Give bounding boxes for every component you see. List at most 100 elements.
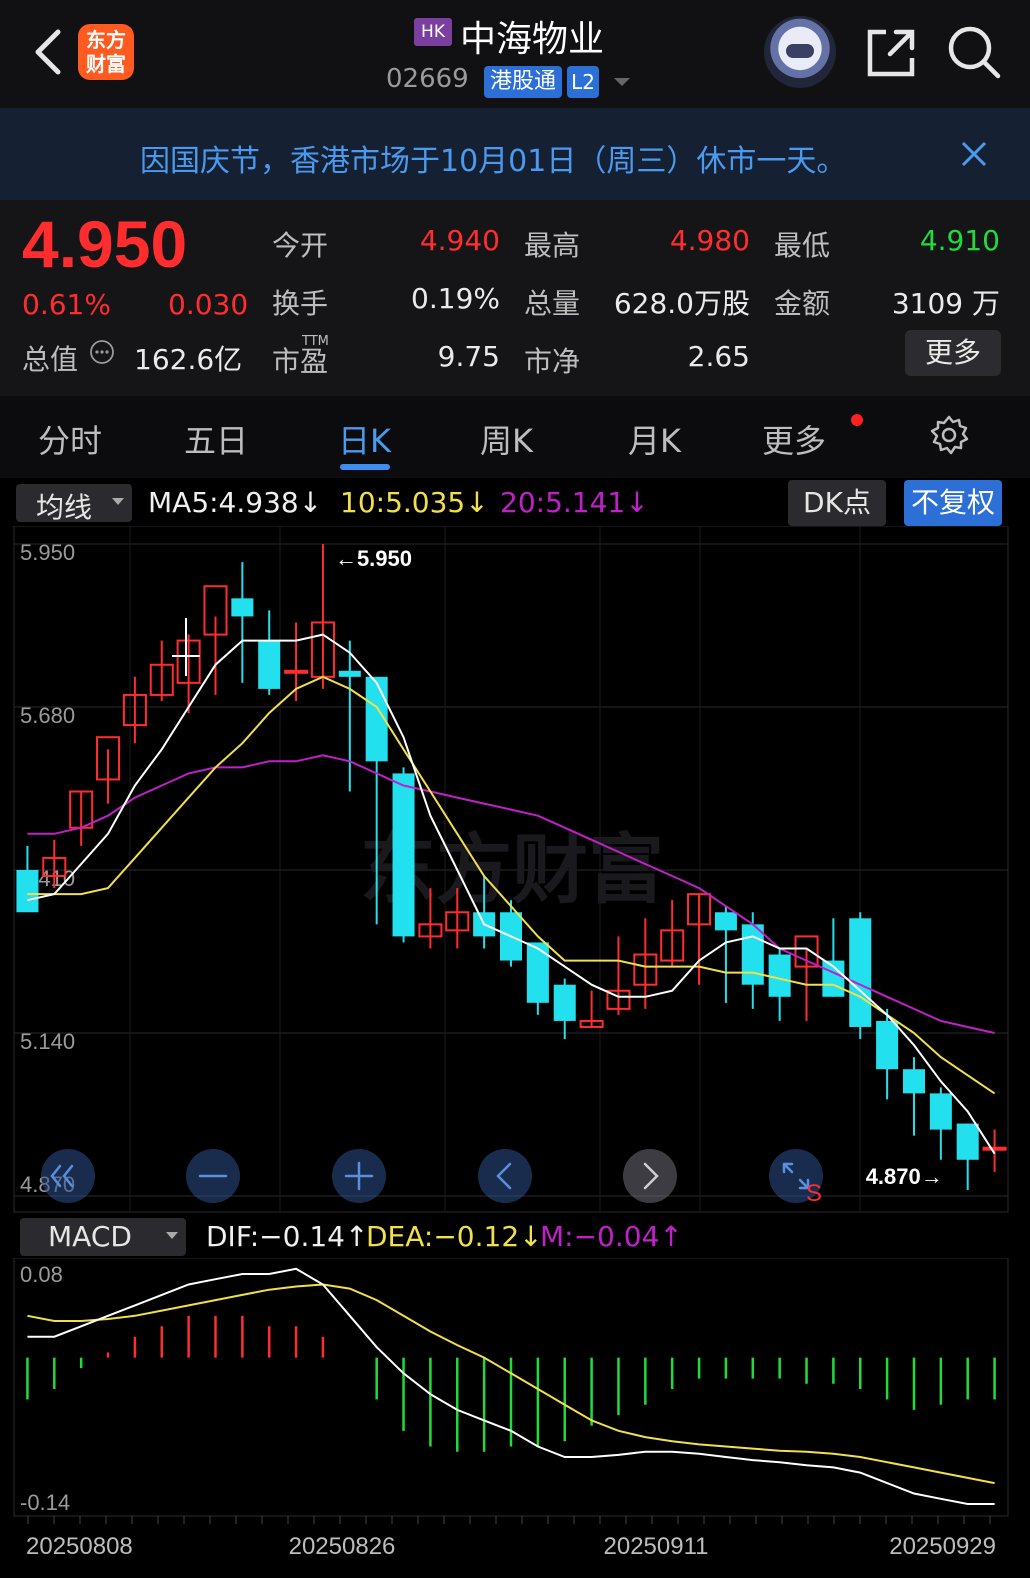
holiday-notice-banner: 因国庆节，香港市场于10月01日（周三）休市一天。 [0,108,1030,200]
market-cap-value: 162.6亿 [134,343,243,376]
tab-more[interactable]: 更多 [762,416,826,462]
close-icon[interactable] [960,140,988,168]
max-price-marker: ←5.950 [335,546,412,571]
pe-ttm-sup: TTM [302,334,329,349]
tab-weekly-k[interactable]: 周K [480,416,533,462]
candle-body [876,1020,899,1070]
ma10-label: 10:5.035↓ [340,486,489,519]
notification-dot [851,414,863,426]
quote-field-value: 4.910 [919,224,1000,257]
nav-button-circle [41,1149,95,1203]
candle-body [741,924,764,985]
tab-five-day[interactable]: 五日 [184,416,248,462]
quote-panel: 4.950 0.61% 0.030 总值 162.6亿 今开 4.940 最高 4.9… [0,200,1030,396]
candle-body [982,1146,1007,1151]
y-tick-label: -0.14 [20,1490,70,1515]
crosshair-cursor [172,618,200,676]
candle-body [956,1123,979,1160]
x-tick-label: 20250826 [289,1533,396,1560]
quote-field-value: 2.65 [687,340,750,373]
adjust-mode-button[interactable]: 不复权 [904,480,1002,526]
indicator-selector[interactable]: 均线 [16,484,132,524]
candle-body [16,870,39,913]
min-price-marker: 4.870→ [866,1164,943,1189]
quote-field-label: 金额 [774,287,831,320]
zoom-out-button[interactable] [186,1149,240,1203]
chevron-down-icon [112,498,124,505]
x-tick-label: 20250911 [604,1533,709,1560]
scroll-left-button[interactable] [478,1149,532,1203]
change-amount: 0.030 [168,288,249,321]
change-percent: 0.61% [22,288,111,321]
candle-body [258,640,281,689]
sell-signal-marker: S [806,1180,822,1207]
candle-body [338,670,361,677]
app-logo: 东方 财富 [78,24,134,80]
market-cap-label: 总值 [22,343,79,376]
search-icon[interactable] [946,24,1002,80]
quote-field-value: 628.0万股 [613,287,750,320]
market-badge: HK [414,18,452,46]
quote-field-label: 最低 [774,229,831,262]
more-button[interactable]: 更多 [905,330,1001,376]
x-tick-label: 20250929 [889,1533,996,1560]
candle-body [902,1069,925,1094]
candle-body [284,669,309,674]
ma20-label: 20:5.141↓ [500,486,649,519]
candle-body [392,773,415,937]
kline-chart[interactable]: 5.9505.6805.4105.1404.870东方财富←5.9504.870… [0,526,1030,1214]
dea-label: DEA:−0.12↓ [366,1220,543,1253]
level2-tag: L2 [567,66,599,98]
period-tabs: 分时 五日 日K 周K 月K 更多 [0,396,1030,478]
assistant-robot-icon[interactable] [764,16,836,88]
ma5-label: MA5:4.938↓ [148,486,323,519]
nav-button-circle [478,1149,532,1203]
dropdown-caret-icon[interactable] [614,78,630,86]
zoom-in-button[interactable] [332,1149,386,1203]
candle-body [526,942,549,1003]
candle-body [231,598,254,617]
quote-field-value: 4.940 [419,224,500,257]
y-tick-label: 5.950 [20,540,75,565]
quote-field-value: 3109 万 [891,287,1000,320]
m-label: M:−0.04↑ [540,1220,683,1253]
candle-body [849,918,872,1027]
settings-gear-icon[interactable] [928,414,970,456]
macd-chart[interactable]: 0.08 -0.14 20250808 20250826 20250911 2025092… [0,1258,1030,1578]
share-icon[interactable] [864,26,918,80]
y-tick-label: 5.680 [20,703,75,728]
macd-selector[interactable]: MACD [20,1218,186,1256]
quote-field-value: 4.980 [669,224,750,257]
back-arrow-icon[interactable] [30,26,70,78]
quote-field-label: 今开 [272,229,329,262]
quote-field-label: 总量 [524,287,581,320]
y-tick-label: 0.08 [20,1262,63,1287]
x-tick-label: 20250808 [26,1533,133,1560]
tab-intraday[interactable]: 分时 [38,416,102,462]
scroll-to-start-button[interactable] [41,1149,95,1203]
tab-monthly-k[interactable]: 月K [628,416,681,462]
scroll-right-button[interactable] [623,1149,677,1203]
quote-field-value: 9.75 [437,340,500,373]
connect-tag: 港股通 [484,66,563,98]
quote-field-label: 市净 [524,345,581,378]
candle-body [768,954,791,997]
dk-point-button[interactable]: DK点 [788,480,886,526]
dif-label: DIF:−0.14↑ [206,1220,369,1253]
chevron-down-icon [166,1232,178,1239]
stock-code: 02669 [386,64,469,94]
app-header: 东方 财富 HK 中海物业 02669 港股通 L2 [0,0,1030,108]
quote-field-value: 0.19% [411,282,500,315]
tab-daily-k[interactable]: 日K [338,416,391,462]
last-price: 4.950 [22,207,188,281]
notice-text: 因国庆节，香港市场于10月01日（周三）休市一天。 [140,144,847,179]
candle-body [929,1093,952,1130]
candle-body [553,984,576,1021]
quote-field-label: 最高 [524,229,581,262]
nav-button-circle [623,1149,677,1203]
y-tick-label: 5.140 [20,1029,75,1054]
info-dots-icon[interactable] [88,338,116,366]
candle-body [714,912,737,931]
active-tab-indicator [340,464,390,470]
stock-name: 中海物业 [460,19,605,60]
